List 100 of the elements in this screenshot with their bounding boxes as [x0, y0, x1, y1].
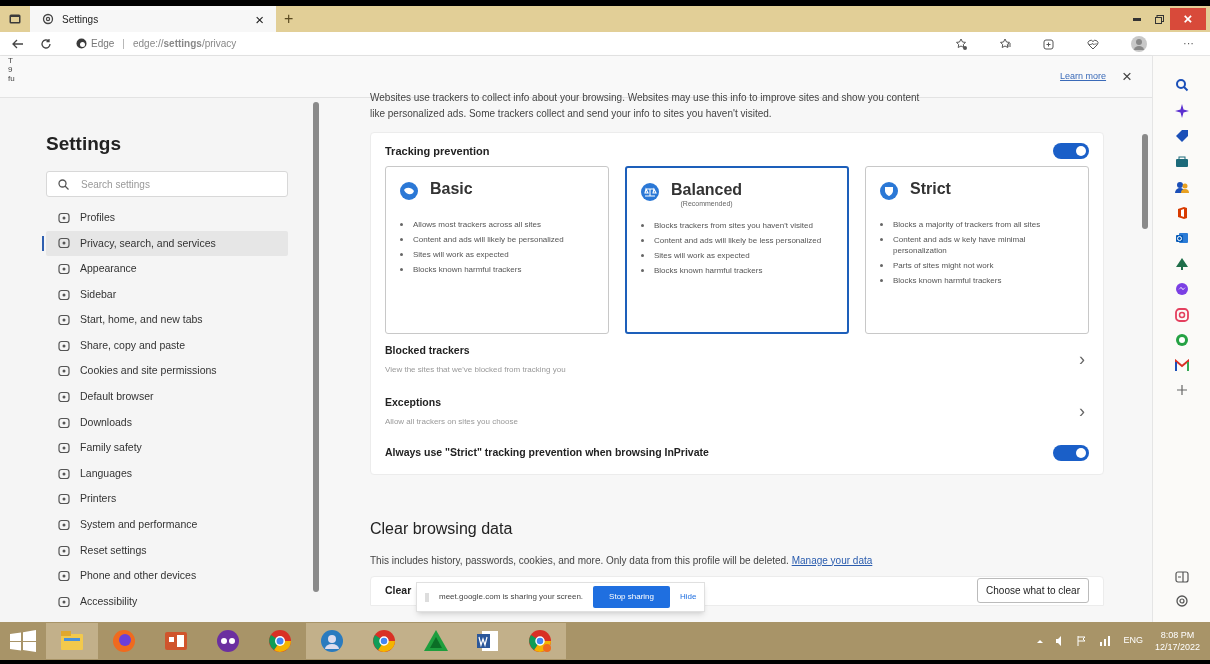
search-icon[interactable]: [1174, 78, 1189, 92]
manage-data-link[interactable]: Manage your data: [791, 554, 873, 566]
option-bullet: Blocks known harmful trackers: [413, 263, 522, 275]
tracking-label: Tracking prevention: [385, 144, 490, 159]
settings-row[interactable]: Blocked trackers View the sites that we've blocked from tracking you ›: [385, 333, 1089, 386]
sidebar-item[interactable]: Share, copy and paste: [46, 332, 288, 359]
panel-icon[interactable]: [1174, 570, 1189, 583]
envelope-icon[interactable]: [1174, 358, 1189, 373]
option-bullet: Blocks trackers from sites you haven't visited: [654, 219, 813, 231]
option-title: Balanced: [671, 179, 743, 200]
inprivate-label: Always use "Strict" tracking prevention when browsing InPrivate: [385, 444, 709, 460]
settings-icon[interactable]: [1174, 594, 1189, 608]
chat-bubble-icon[interactable]: [1174, 282, 1189, 296]
network-icon[interactable]: [1099, 636, 1112, 646]
sidebar-item[interactable]: Appearance: [46, 256, 288, 282]
row-title: Clear: [385, 582, 412, 598]
text-fragment: fu: [8, 74, 15, 83]
minimize-icon: [1133, 17, 1141, 21]
favorite-add-icon: [955, 37, 967, 50]
chevron-up-icon[interactable]: [1037, 639, 1044, 643]
search-field[interactable]: Search settings: [46, 171, 288, 197]
sidebar-item[interactable]: Sidebar: [46, 281, 288, 308]
close-window-button[interactable]: ×: [1170, 8, 1206, 30]
settings-row[interactable]: Exceptions Allow all trackers on sites you choose ›: [385, 385, 1089, 438]
close-tab-button[interactable]: ×: [255, 11, 264, 27]
bullet-icon: [641, 268, 644, 272]
intro-text: Websites use trackers to collect info about your browsing. Websites may use this info to improve sites and show you content: [370, 91, 921, 105]
sidebar-item[interactable]: Printers: [46, 486, 288, 513]
taskbar-app-button[interactable]: [306, 623, 358, 659]
mask-icon: [214, 627, 242, 655]
sidebar-item[interactable]: Accessibility: [46, 588, 288, 615]
tab-title: Settings: [62, 12, 100, 27]
back-icon[interactable]: [12, 38, 24, 49]
more-button[interactable]: ···: [1183, 35, 1194, 52]
collections-button[interactable]: [1043, 37, 1055, 50]
settings-icon: [42, 13, 54, 25]
phone-bubble-icon[interactable]: [1174, 333, 1189, 347]
section-title: Clear browsing data: [370, 518, 514, 539]
address-separator: |: [122, 37, 125, 51]
window-icon: [9, 14, 21, 24]
bullet-icon: [880, 263, 883, 267]
option-bullet: Blocks known harmful trackers: [893, 274, 1002, 286]
bullet-icon: [880, 237, 883, 241]
tracking-option-card[interactable]: Strict Blocks a majority of trackers from all sites Content and ads w kely have minimal personalization Parts of sites might not work Blocks known harmful trackers: [865, 165, 1089, 334]
learn-more-link[interactable]: Learn more: [1060, 69, 1107, 84]
heart-pulse-button[interactable]: [1087, 37, 1099, 50]
text-fragment: 9: [8, 65, 14, 74]
sidebar-item[interactable]: System and performance: [46, 512, 288, 538]
section-description: This includes history, passwords, cookies, and more. Only data from this profile will be deleted. Manage your data: [370, 553, 874, 568]
favorites-icon: [999, 37, 1011, 50]
scrollbar-thumb[interactable]: [313, 102, 319, 592]
sidebar-item[interactable]: Profiles: [46, 205, 288, 231]
flag-icon[interactable]: [1077, 636, 1088, 646]
drag-handle-icon: [425, 592, 429, 602]
clock-time: 8:08 PM: [1160, 629, 1195, 641]
sidebar-item[interactable]: Cookies and site permissions: [46, 358, 288, 385]
sidebar-item[interactable]: Phone and other devices: [46, 563, 288, 589]
choose-what-to-clear-button[interactable]: Choose what to clear: [977, 578, 1089, 603]
stop-sharing-button[interactable]: Stop sharing: [593, 586, 670, 608]
browser-tab[interactable]: Settings ×: [30, 6, 276, 32]
profile-avatar-icon[interactable]: [1131, 35, 1147, 52]
add-icon[interactable]: [1175, 384, 1188, 396]
hide-button[interactable]: Hide: [680, 591, 697, 603]
new-tab-button[interactable]: +: [276, 6, 302, 32]
option-bullet: Content and ads will likely be personalized: [413, 233, 564, 245]
option-bullet: Content and ads w kely have minimal personalization: [893, 233, 1027, 256]
toolbox-icon[interactable]: [1174, 154, 1189, 169]
tracking-option-card[interactable]: Basic Allows most trackers across all sites Content and ads will likely be personalized Sites will work as expected Blocks known harmful trackers: [385, 165, 609, 334]
sharing-message: meet.google.com is sharing your screen.: [439, 591, 584, 603]
bullet-icon: [880, 222, 883, 226]
refresh-icon[interactable]: [40, 37, 52, 50]
favorite-add-button[interactable]: [955, 37, 967, 50]
sidebar-item[interactable]: Reset settings: [46, 537, 288, 564]
tag-icon[interactable]: [1174, 129, 1189, 143]
favorites-button[interactable]: [999, 37, 1011, 50]
bullet-icon: [400, 267, 403, 271]
chevron-icon: ›: [1079, 346, 1085, 373]
close-button[interactable]: ×: [1122, 68, 1132, 85]
heart-pulse-icon: [1087, 37, 1099, 50]
row-title: Blocked trackers: [385, 342, 471, 358]
shield-icon: [880, 181, 898, 200]
toggle-switch[interactable]: [1053, 143, 1089, 160]
address-url[interactable]: edge://settings/privacy: [132, 36, 237, 51]
sparkle-icon[interactable]: [1174, 103, 1189, 118]
text-fragment: T: [8, 56, 14, 65]
sidebar-item[interactable]: Start, home, and new tabs: [46, 307, 288, 333]
sidebar-item[interactable]: Languages: [46, 460, 288, 487]
option-bullet: Blocks known harmful trackers: [654, 264, 763, 276]
tree-icon[interactable]: [1174, 256, 1189, 271]
scrollbar-thumb[interactable]: [1142, 134, 1148, 229]
edge-logo-icon: [76, 38, 87, 49]
mail-icon[interactable]: [1174, 231, 1189, 245]
sidebar-item[interactable]: Default browser: [46, 384, 288, 410]
people-icon[interactable]: [1174, 180, 1189, 194]
windows-icon[interactable]: [8, 630, 38, 652]
camera-icon[interactable]: [1174, 307, 1189, 322]
option-bullet: Sites will work as expected: [654, 249, 750, 261]
sidebar-item[interactable]: Family safety: [46, 435, 288, 461]
sidebar-item[interactable]: Downloads: [46, 409, 288, 436]
toggle-switch[interactable]: [1053, 444, 1089, 461]
